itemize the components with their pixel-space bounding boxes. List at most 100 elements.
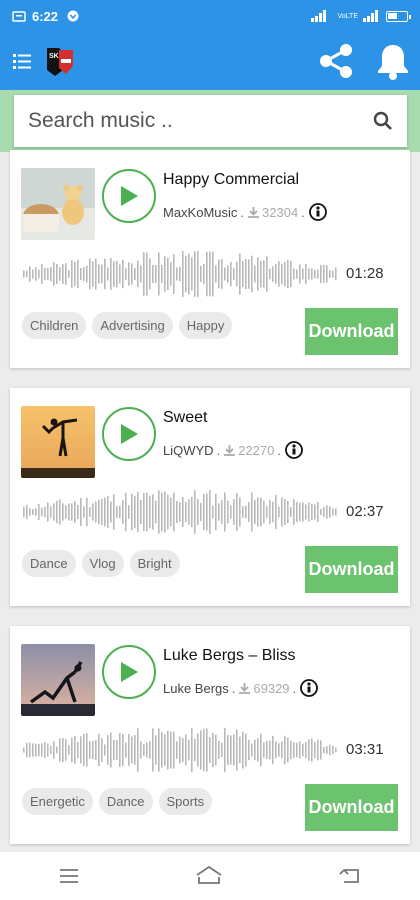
waveform-bar — [182, 250, 184, 298]
waveform-bar — [137, 728, 139, 772]
waveform-bar — [170, 262, 172, 286]
waveform-bar — [35, 743, 37, 757]
waveform-bar — [161, 492, 163, 532]
waveform-bar — [116, 260, 118, 288]
waveform-bar — [326, 265, 328, 283]
waveform-bar — [164, 491, 166, 533]
waveform-bar — [206, 728, 208, 772]
bell-icon[interactable] — [376, 42, 410, 80]
waveform-bar — [200, 502, 202, 522]
waveform-bar — [92, 503, 94, 521]
waveform-bar — [140, 265, 142, 283]
waveform-bar — [266, 256, 268, 292]
waveform-bar — [23, 747, 25, 753]
track-meta: MaxKoMusic . 32304 . — [163, 202, 328, 222]
app-bar: SK — [0, 32, 420, 90]
status-bar: 6:22 VoLTE — [0, 0, 420, 32]
download-count: 32304 — [262, 204, 299, 220]
search-icon[interactable] — [373, 111, 393, 131]
waveform-bar — [323, 746, 325, 754]
waveform-bar — [233, 499, 235, 525]
waveform-bar — [155, 735, 157, 765]
waveform[interactable] — [22, 724, 338, 776]
waveform-bar — [170, 731, 172, 769]
license-icon[interactable] — [308, 202, 328, 222]
waveform-bar — [305, 504, 307, 520]
waveform-bar — [308, 268, 310, 280]
waveform-bar — [296, 742, 298, 758]
play-button[interactable] — [102, 169, 156, 223]
share-icon[interactable] — [316, 41, 356, 81]
tag-chip[interactable]: Happy — [178, 312, 233, 339]
waveform-bar — [122, 500, 124, 524]
waveform-bar — [296, 269, 298, 279]
play-button[interactable] — [102, 645, 156, 699]
waveform-bar — [74, 261, 76, 287]
waveform-bar — [254, 739, 256, 761]
license-icon[interactable] — [284, 440, 304, 460]
waveform-bar — [254, 499, 256, 525]
waveform-bar — [38, 269, 40, 279]
menu-button[interactable] — [0, 32, 44, 90]
track-card: Sweet LiQWYD . 22270 . 02:37 Dance Vlog … — [10, 388, 410, 606]
waveform-bar — [83, 734, 85, 766]
tag-chip[interactable]: Advertising — [92, 312, 173, 339]
tag-list: Children Advertising Happy — [22, 312, 233, 339]
waveform-bar — [185, 502, 187, 522]
tag-chip[interactable]: Children — [22, 312, 87, 339]
waveform-bar — [191, 496, 193, 528]
tag-chip[interactable]: Dance — [98, 788, 153, 815]
tag-chip[interactable]: Dance — [22, 550, 76, 577]
waveform-bar — [158, 490, 160, 534]
waveform-bar — [53, 741, 55, 759]
waveform-bar — [332, 508, 334, 516]
waveform-bar — [332, 270, 334, 278]
waveform-bar — [236, 729, 238, 771]
waveform-bar — [236, 493, 238, 531]
play-button[interactable] — [102, 407, 156, 461]
waveform-bar — [50, 266, 52, 282]
back-icon[interactable] — [338, 866, 362, 886]
tag-chip[interactable]: Sports — [158, 788, 213, 815]
tag-chip[interactable]: Bright — [129, 550, 180, 577]
waveform[interactable] — [22, 248, 338, 300]
download-button[interactable]: Download — [305, 784, 398, 831]
waveform-bar — [50, 746, 52, 754]
waveform-bar — [170, 497, 172, 527]
waveform-bar — [230, 505, 232, 519]
search-input[interactable] — [28, 109, 373, 133]
waveform-bar — [227, 265, 229, 283]
waveform-bar — [50, 506, 52, 518]
waveform-bar — [29, 266, 31, 282]
waveform-bar — [290, 740, 292, 760]
waveform-bar — [212, 732, 214, 768]
waveform-bar — [335, 267, 337, 281]
waveform-bar — [242, 506, 244, 518]
waveform-bar — [68, 503, 70, 521]
download-button[interactable]: Download — [305, 308, 398, 355]
waveform-bar — [302, 268, 304, 280]
tag-chip[interactable]: Energetic — [22, 788, 93, 815]
waveform-bar — [278, 506, 280, 518]
download-button[interactable]: Download — [305, 546, 398, 593]
license-icon[interactable] — [299, 678, 319, 698]
waveform-bar — [284, 498, 286, 526]
waveform-bar — [56, 500, 58, 524]
waveform-bar — [98, 264, 100, 284]
waveform-bar — [38, 504, 40, 520]
waveform-bar — [197, 498, 199, 526]
tag-chip[interactable]: Vlog — [81, 550, 124, 577]
waveform-bar — [71, 503, 73, 521]
waveform-bar — [155, 500, 157, 524]
waveform-bar — [128, 262, 130, 286]
waveform-bar — [203, 494, 205, 530]
home-icon[interactable] — [195, 865, 223, 887]
waveform-bar — [104, 258, 106, 290]
waveform[interactable] — [22, 486, 338, 538]
waveform-bar — [101, 737, 103, 763]
recents-icon[interactable] — [58, 867, 80, 885]
waveform-bar — [47, 502, 49, 522]
waveform-bar — [248, 502, 250, 522]
waveform-bar — [59, 738, 61, 762]
waveform-bar — [260, 733, 262, 767]
